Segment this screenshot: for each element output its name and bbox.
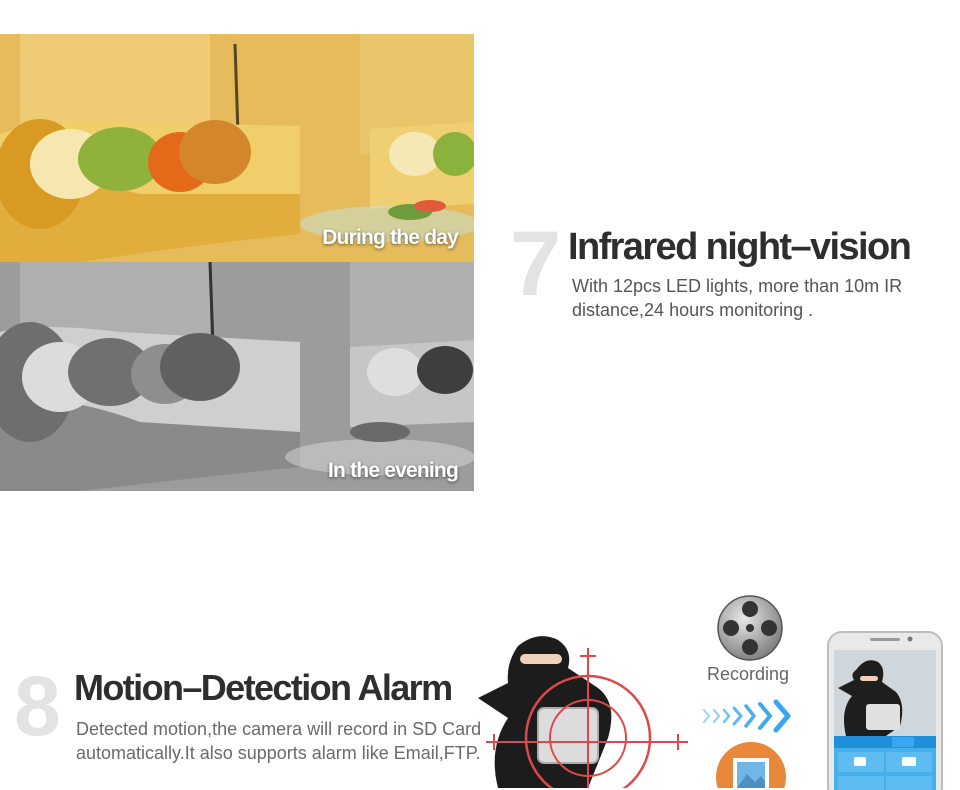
film-reel-icon xyxy=(716,594,784,662)
feature-description-infrared: With 12pcs LED lights, more than 10m IR … xyxy=(572,276,903,320)
feature-number-8: 8 xyxy=(14,659,61,753)
day-room-photo: During the day xyxy=(0,34,474,262)
night-caption: In the evening xyxy=(328,459,459,482)
chevron-arrows-icon xyxy=(700,698,806,734)
smartphone-app-illustration xyxy=(826,630,944,790)
thief-crosshair-illustration xyxy=(478,628,703,788)
feature-title-motion: Motion–Detection Alarm xyxy=(74,667,453,708)
feature-description-motion: Detected motion,the camera will record i… xyxy=(76,719,482,763)
gallery-icon xyxy=(716,742,786,788)
feature-title-infrared: Infrared night–vision xyxy=(568,226,912,268)
recording-label: Recording xyxy=(707,664,790,684)
night-room-photo: In the evening xyxy=(0,262,474,491)
day-caption: During the day xyxy=(322,226,459,249)
feature-number-7: 7 xyxy=(510,213,562,315)
